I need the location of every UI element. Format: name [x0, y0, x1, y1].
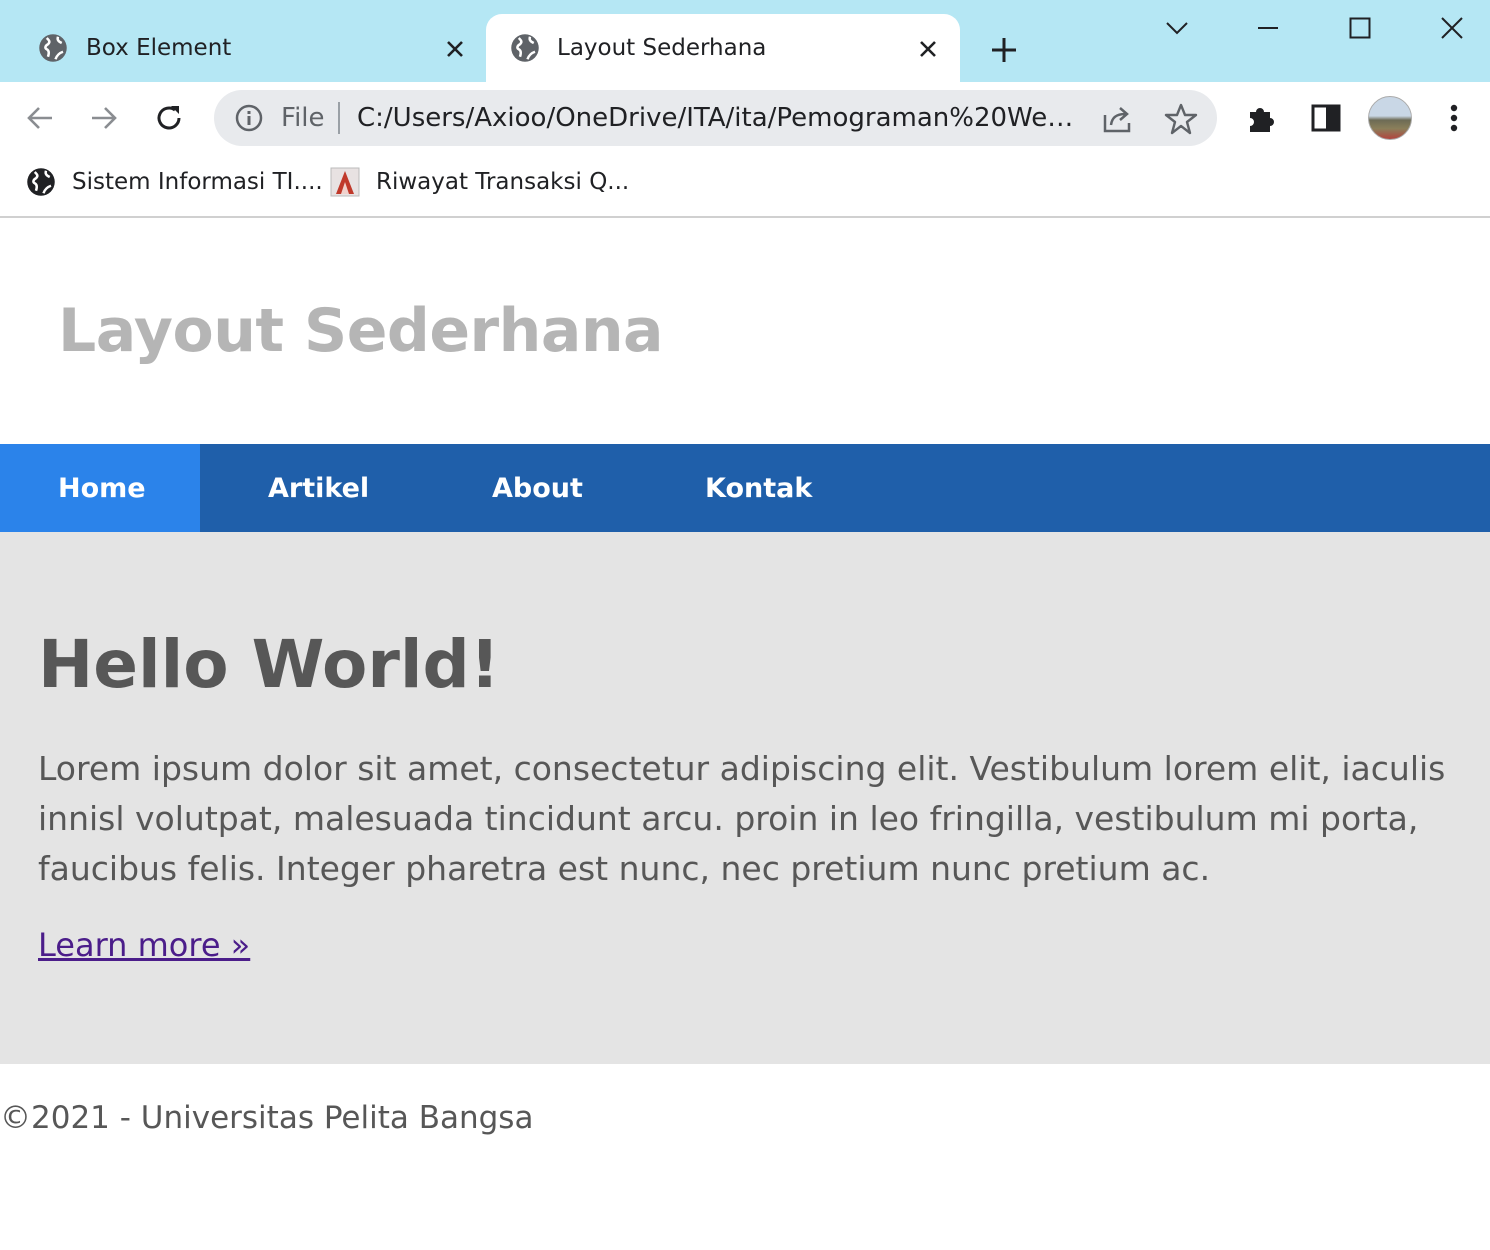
url-text[interactable]: C:/Users/Axioo/OneDrive/ITA/ita/Pemogram… — [357, 101, 1087, 135]
bookmark-sistem-informasi[interactable]: Sistem Informasi TI.... — [26, 164, 323, 200]
nav-link-home[interactable]: Home — [0, 444, 200, 532]
site-header: Layout Sederhana — [0, 220, 1490, 444]
close-tab-button[interactable] — [440, 34, 470, 64]
info-icon[interactable] — [234, 103, 264, 133]
minimize-icon — [1258, 27, 1278, 29]
extensions-button[interactable] — [1242, 98, 1282, 138]
tab-layout-sederhana[interactable]: Layout Sederhana — [486, 14, 960, 82]
bookmark-label: Riwayat Transaksi Q... — [376, 169, 630, 195]
forward-button[interactable] — [84, 98, 124, 138]
url-separator — [338, 102, 340, 134]
close-icon — [1441, 17, 1463, 39]
arrow-left-icon — [27, 107, 52, 129]
tab-title: Box Element — [86, 35, 232, 61]
nav-link-about[interactable]: About — [424, 444, 638, 532]
close-icon — [920, 41, 936, 57]
new-tab-button[interactable] — [986, 32, 1022, 68]
close-icon — [447, 41, 463, 57]
tab-box-element[interactable]: Box Element — [0, 14, 486, 82]
star-icon[interactable] — [1164, 102, 1198, 136]
tab-title: Layout Sederhana — [557, 35, 767, 61]
learn-more-link[interactable]: Learn more » — [38, 926, 250, 964]
maximize-icon — [1349, 17, 1371, 39]
arrow-right-icon — [92, 107, 117, 129]
close-tab-button[interactable] — [913, 34, 943, 64]
main-nav: Home Artikel About Kontak — [0, 444, 1490, 532]
hero-heading: Hello World! — [38, 626, 500, 703]
app-icon — [330, 167, 360, 197]
plus-icon — [992, 38, 1016, 62]
puzzle-icon — [1250, 108, 1274, 132]
side-panel-icon — [1311, 104, 1341, 132]
hero-section: Hello World! Lorem ipsum dolor sit amet,… — [0, 532, 1490, 1064]
close-window-button[interactable] — [1432, 8, 1472, 48]
tab-search-button[interactable] — [1157, 8, 1197, 48]
site-footer: ©2021 - Universitas Pelita Bangsa — [0, 1100, 534, 1136]
maximize-button[interactable] — [1340, 8, 1380, 48]
more-vert-icon — [1450, 104, 1458, 132]
browser-toolbar: File C:/Users/Axioo/OneDrive/ITA/ita/Pem… — [0, 82, 1490, 154]
bookmark-label: Sistem Informasi TI.... — [72, 169, 323, 195]
page-viewport: Layout Sederhana Home Artikel About Kont… — [0, 220, 1490, 1250]
nav-link-kontak[interactable]: Kontak — [638, 444, 852, 532]
reload-button[interactable] — [149, 98, 189, 138]
share-icon[interactable] — [1101, 103, 1135, 135]
globe-icon — [39, 34, 67, 62]
globe-icon — [511, 34, 539, 62]
tab-strip: Box Element Layout Sederhana — [0, 0, 1490, 82]
nav-link-artikel[interactable]: Artikel — [200, 444, 424, 532]
back-button[interactable] — [20, 98, 60, 138]
globe-icon — [27, 168, 55, 196]
bookmark-riwayat-transaksi[interactable]: Riwayat Transaksi Q... — [330, 164, 629, 200]
side-panel-button[interactable] — [1306, 98, 1346, 138]
minimize-button[interactable] — [1248, 8, 1288, 48]
chevron-down-icon — [1166, 22, 1188, 35]
bookmarks-bar: Sistem Informasi TI.... Riwayat Transaks… — [0, 154, 1490, 218]
url-scheme: File — [281, 103, 325, 133]
address-bar[interactable]: File C:/Users/Axioo/OneDrive/ITA/ita/Pem… — [214, 90, 1217, 146]
menu-button[interactable] — [1434, 98, 1474, 138]
reload-icon — [157, 106, 181, 130]
hero-paragraph: Lorem ipsum dolor sit amet, consectetur … — [38, 749, 1446, 888]
site-title: Layout Sederhana — [58, 296, 664, 366]
profile-avatar[interactable] — [1368, 96, 1412, 140]
